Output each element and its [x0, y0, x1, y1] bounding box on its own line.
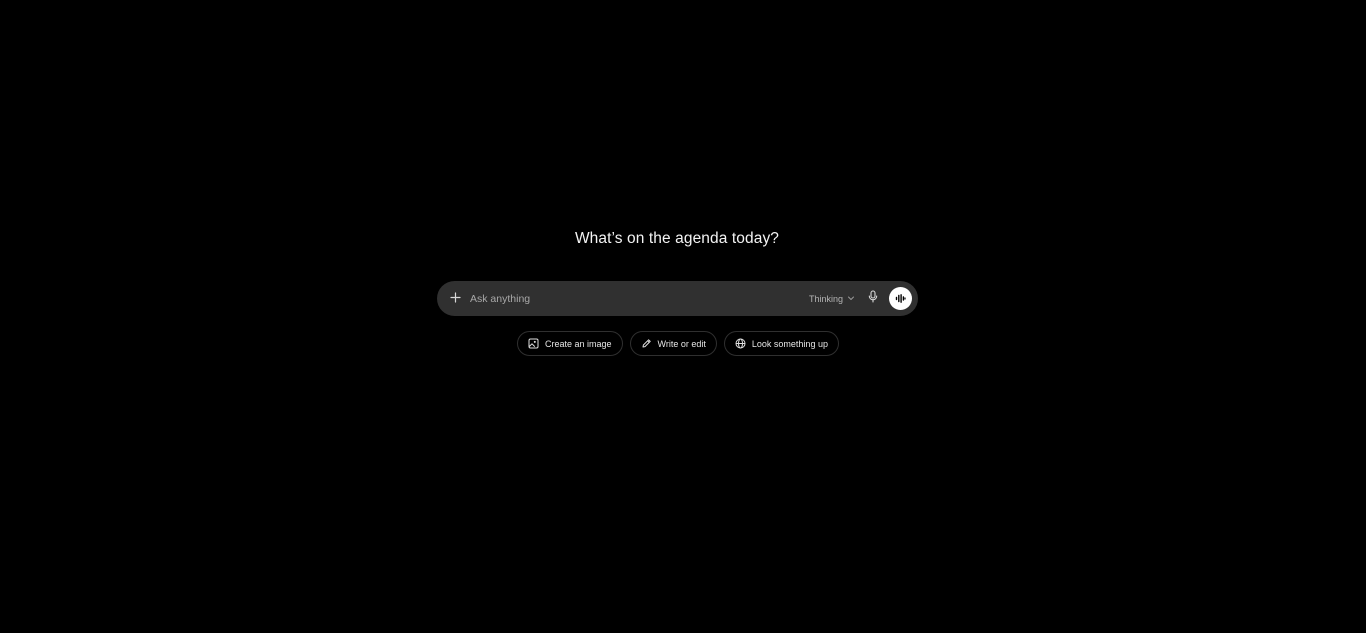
image-icon [528, 338, 539, 349]
plus-icon [449, 290, 461, 308]
look-something-up-button[interactable]: Look something up [723, 331, 839, 356]
pencil-icon [641, 338, 652, 349]
look-something-up-label: Look something up [751, 338, 828, 349]
voice-waveform-icon [895, 290, 906, 308]
chevron-down-icon [847, 294, 855, 304]
create-image-label: Create an image [545, 338, 612, 349]
page-title: What’s on the agenda today? [574, 230, 780, 247]
write-or-edit-label: Write or edit [657, 338, 706, 349]
create-image-button[interactable]: Create an image [517, 331, 623, 356]
prompt-input[interactable] [470, 288, 809, 309]
microphone-icon [868, 289, 878, 308]
model-selector[interactable]: Thinking [809, 289, 855, 309]
app-page: What’s on the agenda today? Thinking [0, 0, 1366, 633]
model-selector-label: Thinking [808, 293, 843, 304]
dictate-button[interactable] [864, 289, 882, 309]
globe-icon [735, 338, 746, 349]
prompt-composer: Thinking [437, 281, 918, 316]
add-attachment-button[interactable] [445, 289, 465, 309]
voice-mode-button[interactable] [889, 287, 912, 310]
write-or-edit-button[interactable]: Write or edit [629, 331, 717, 356]
suggestion-chips: Create an image Write or edit Look somet… [517, 331, 839, 356]
